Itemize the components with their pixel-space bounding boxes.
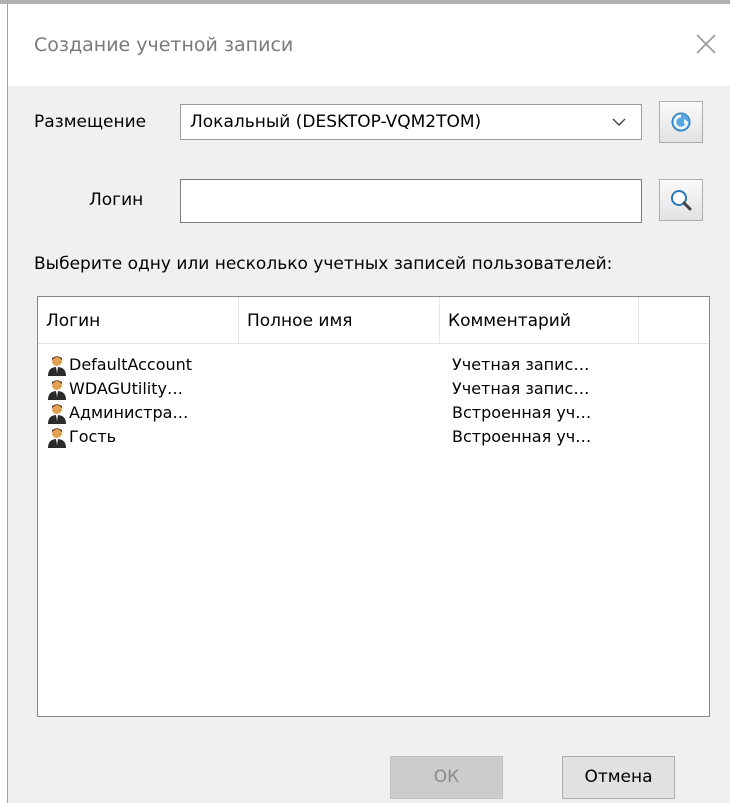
refresh-icon [671, 112, 691, 132]
row-login: Администра… [69, 403, 189, 422]
row-comment: Учетная запис… [452, 355, 590, 374]
location-select-value: Локальный (DESKTOP-VQM2TOM) [190, 112, 482, 132]
row-login: DefaultAccount [69, 355, 193, 374]
column-header-login[interactable]: Логин [38, 297, 239, 343]
search-button[interactable] [659, 179, 703, 221]
column-header-full-name[interactable]: Полное имя [239, 297, 440, 343]
user-icon [48, 428, 66, 448]
row-login: Гость [69, 427, 117, 446]
user-icon [48, 380, 66, 400]
ok-button[interactable]: ОК [390, 756, 503, 799]
close-icon[interactable] [694, 32, 718, 56]
location-select[interactable]: Локальный (DESKTOP-VQM2TOM) [180, 104, 642, 140]
chevron-down-icon [612, 118, 626, 126]
cancel-button[interactable]: Отмена [562, 756, 675, 799]
login-input[interactable] [180, 179, 642, 223]
user-icon [48, 404, 66, 424]
title-bar: Создание учетной записи [8, 4, 730, 86]
create-account-dialog: Создание учетной записи Размещение Локал… [7, 4, 730, 803]
dialog-title: Создание учетной записи [34, 34, 294, 56]
table-row[interactable]: Администра… Встроенная уч… [38, 402, 709, 426]
instruction-text: Выберите одну или несколько учетных запи… [34, 254, 613, 274]
column-header-comment[interactable]: Комментарий [440, 297, 639, 343]
table-row[interactable]: DefaultAccount Учетная запис… [38, 354, 709, 378]
table-row[interactable]: WDAGUtility… Учетная запис… [38, 378, 709, 402]
location-label: Размещение [34, 112, 147, 132]
row-comment: Встроенная уч… [452, 427, 592, 446]
refresh-button[interactable] [659, 101, 703, 143]
user-accounts-list[interactable]: Логин Полное имя Комментарий DefaultAcco… [37, 296, 710, 717]
table-row[interactable]: Гость Встроенная уч… [38, 426, 709, 450]
login-label: Логин [89, 190, 144, 210]
list-header: Логин Полное имя Комментарий [38, 297, 709, 344]
user-icon [48, 356, 66, 376]
search-icon [671, 190, 692, 211]
row-login: WDAGUtility… [69, 379, 183, 398]
row-comment: Учетная запис… [452, 379, 590, 398]
row-comment: Встроенная уч… [452, 403, 592, 422]
